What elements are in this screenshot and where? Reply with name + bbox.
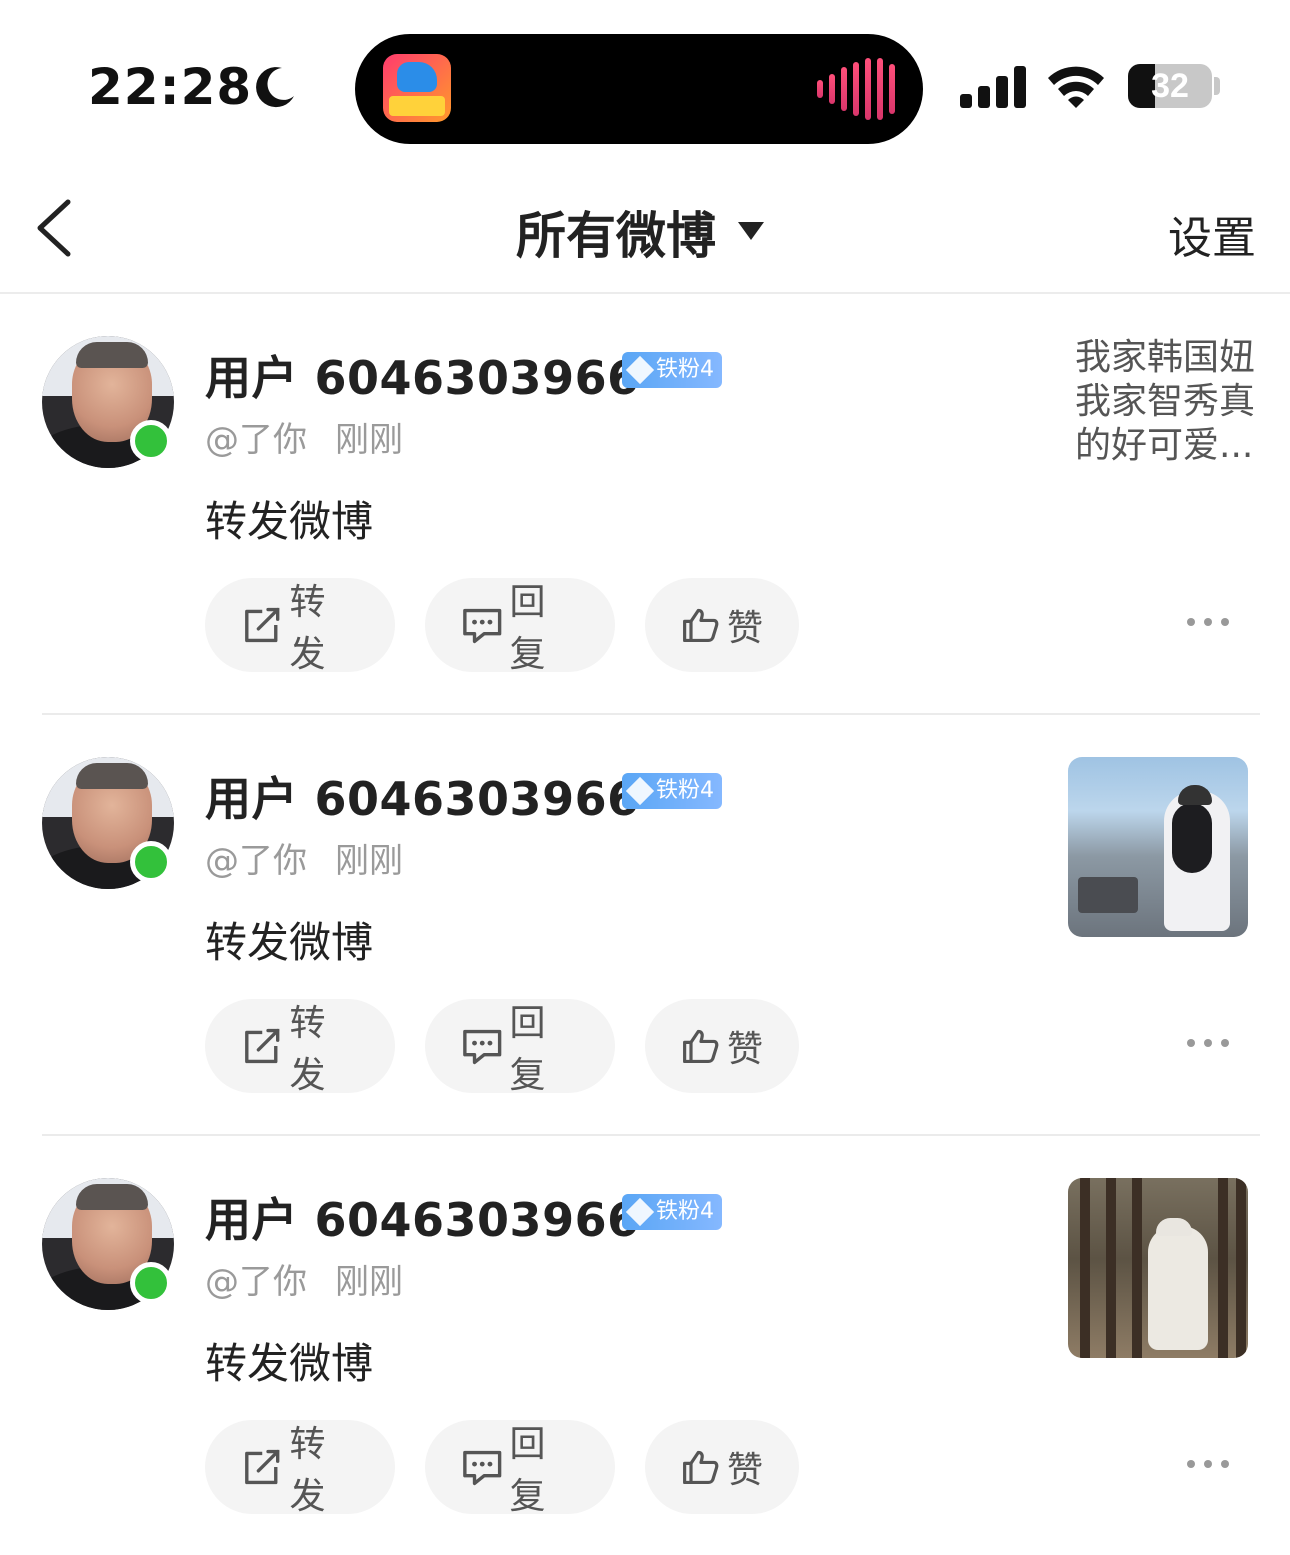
repost-button[interactable]: 转发 [205,1420,395,1517]
fan-badge: 铁粉4 [622,773,722,809]
share-icon [245,1028,280,1064]
battery-indicator: 32 [1128,64,1212,108]
diamond-icon [625,776,655,806]
fan-badge-label: 铁粉4 [656,1199,714,1224]
original-post-thumbnail[interactable] [1068,1178,1248,1358]
status-bar: 22:28 32 [0,0,1290,160]
repost-button[interactable]: 转发 [205,578,395,675]
online-status-dot [130,841,172,883]
reply-button[interactable]: 回复 [425,578,615,675]
post-time: 刚刚 [335,1262,403,1302]
reply-label: 回复 [509,1003,546,1096]
comment-icon [463,1029,502,1065]
like-label: 赞 [726,1450,763,1491]
like-button[interactable]: 赞 [645,1420,799,1514]
repost-button[interactable]: 转发 [205,999,395,1096]
post-content[interactable]: 转发微博 [205,1330,373,1391]
more-options-icon[interactable] [1186,1033,1230,1053]
post-item[interactable]: 用户 6046303966 铁粉4 @了你 刚刚 转发微博 转发 回复 赞 [0,715,1290,1136]
feed-filter-title[interactable]: 所有微博 [516,196,716,268]
fan-badge-label: 铁粉4 [656,357,714,382]
thumbs-up-icon [683,608,719,643]
action-bar: 转发 回复 赞 [205,999,799,1096]
like-button[interactable]: 赞 [645,578,799,672]
comment-icon [463,1450,502,1486]
post-time: 刚刚 [335,841,403,881]
mention-handle[interactable]: @了你 [205,420,307,460]
post-meta: @了你 刚刚 [205,833,403,882]
like-label: 赞 [726,1029,763,1070]
original-post-thumbnail[interactable] [1068,757,1248,937]
reply-label: 回复 [509,582,546,675]
online-status-dot [130,420,172,462]
dynamic-island[interactable] [355,34,923,144]
battery-tip [1214,77,1220,95]
battery-percentage: 32 [1151,67,1189,105]
original-post-preview[interactable]: 我家韩国妞我家智秀真的好可爱... [1075,336,1265,468]
share-icon [245,1449,280,1485]
settings-button[interactable]: 设置 [1168,202,1256,266]
post-content[interactable]: 转发微博 [205,909,373,970]
status-time: 22:28 [88,58,253,116]
back-chevron-icon[interactable] [30,196,78,260]
post-item[interactable]: 用户 6046303966 铁粉4 @了你 刚刚 转发微博 转发 回复 赞 [0,1136,1290,1555]
like-label: 赞 [726,608,763,649]
post-content[interactable]: 转发微博 [205,488,373,549]
username[interactable]: 用户 6046303966 [205,1184,640,1250]
more-options-icon[interactable] [1186,1454,1230,1474]
more-options-icon[interactable] [1186,612,1230,632]
audio-wave-icon [817,58,895,120]
repost-label: 转发 [289,1003,326,1096]
reply-button[interactable]: 回复 [425,999,615,1096]
diamond-icon [625,355,655,385]
username[interactable]: 用户 6046303966 [205,763,640,829]
post-meta: @了你 刚刚 [205,412,403,461]
comment-icon [463,608,502,644]
post-item[interactable]: 用户 6046303966 铁粉4 @了你 刚刚 转发微博 我家韩国妞我家智秀真的… [0,294,1290,715]
mention-handle[interactable]: @了你 [205,841,307,881]
reply-button[interactable]: 回复 [425,1420,615,1517]
app-icon [383,54,451,122]
username[interactable]: 用户 6046303966 [205,342,640,408]
wifi-icon [1048,66,1104,108]
like-button[interactable]: 赞 [645,999,799,1093]
mention-handle[interactable]: @了你 [205,1262,307,1302]
thumbs-up-icon [683,1029,719,1064]
action-bar: 转发 回复 赞 [205,578,799,675]
post-time: 刚刚 [335,420,403,460]
diamond-icon [625,1197,655,1227]
share-icon [245,607,280,643]
nav-bar: 所有微博 设置 [0,160,1290,294]
cellular-signal-icon [960,66,1026,108]
fan-badge-label: 铁粉4 [656,778,714,803]
dropdown-caret-icon[interactable] [738,222,764,240]
fan-badge: 铁粉4 [622,1194,722,1230]
repost-label: 转发 [289,1424,326,1517]
action-bar: 转发 回复 赞 [205,1420,799,1517]
online-status-dot [130,1262,172,1304]
thumbs-up-icon [683,1450,719,1485]
fan-badge: 铁粉4 [622,352,722,388]
post-meta: @了你 刚刚 [205,1254,403,1303]
moon-icon [256,67,294,108]
repost-label: 转发 [289,582,326,675]
reply-label: 回复 [509,1424,546,1517]
